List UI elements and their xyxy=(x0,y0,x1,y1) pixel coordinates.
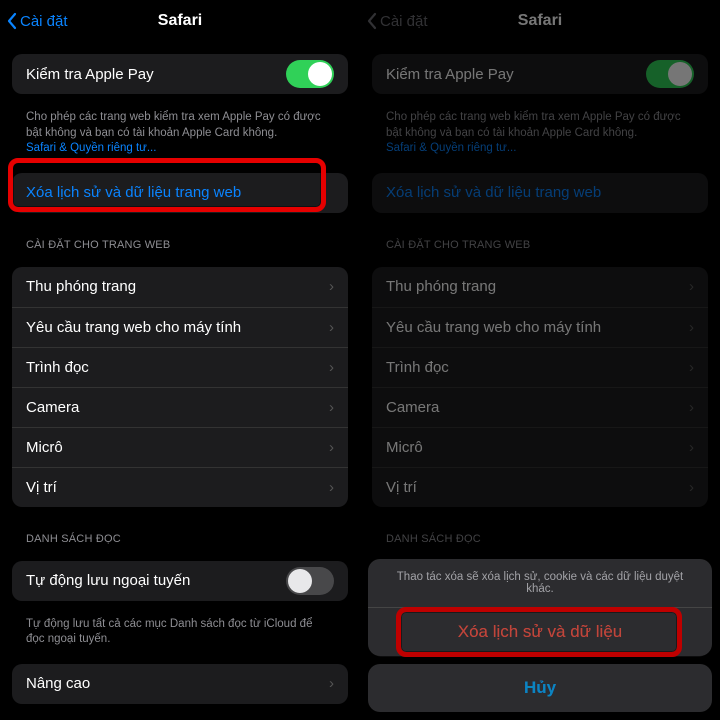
row-location[interactable]: Vị trí› xyxy=(12,467,348,507)
row-desktop[interactable]: Yêu cầu trang web cho máy tính› xyxy=(12,307,348,347)
row-reader[interactable]: Trình đọc› xyxy=(12,347,348,387)
sheet-action-clear[interactable]: Xóa lịch sử và dữ liệu xyxy=(368,608,712,656)
row-applepay[interactable]: Kiểm tra Apple Pay xyxy=(12,54,348,94)
chevron-left-icon xyxy=(6,12,18,30)
row-camera[interactable]: Camera› xyxy=(12,387,348,427)
reading-hint: Tự động lưu tất cả các mục Danh sách đọc… xyxy=(12,613,348,648)
applepay-hint: Cho phép các trang web kiểm tra xem Appl… xyxy=(12,106,348,157)
group-reading-list: Tự động lưu ngoại tuyến xyxy=(12,561,348,601)
screen-right: Cài đặt Safari Kiểm tra Apple Pay Cho ph… xyxy=(360,0,720,720)
group-applepay: Kiểm tra Apple Pay xyxy=(12,54,348,94)
settings-content: Kiểm tra Apple Pay Cho phép các trang we… xyxy=(0,54,360,704)
toggle-offline[interactable] xyxy=(286,567,334,595)
sheet-cancel[interactable]: Hủy xyxy=(368,664,712,712)
offline-label: Tự động lưu ngoại tuyến xyxy=(26,572,286,589)
row-offline[interactable]: Tự động lưu ngoại tuyến xyxy=(12,561,348,601)
clear-history-row[interactable]: Xóa lịch sử và dữ liệu trang web xyxy=(12,173,348,213)
chevron-right-icon: › xyxy=(329,359,334,376)
group-advanced: Nâng cao › xyxy=(12,664,348,704)
back-label: Cài đặt xyxy=(20,13,68,30)
back-button[interactable]: Cài đặt xyxy=(6,12,68,30)
applepay-label: Kiểm tra Apple Pay xyxy=(26,66,286,83)
chevron-right-icon: › xyxy=(329,399,334,416)
nav-header: Cài đặt Safari xyxy=(0,0,360,42)
chevron-right-icon: › xyxy=(329,278,334,295)
section-reading-list: DANH SÁCH ĐỌC xyxy=(12,519,348,549)
group-web-settings: Thu phóng trang› Yêu cầu trang web cho m… xyxy=(12,267,348,507)
privacy-link[interactable]: Safari & Quyền riêng tư... xyxy=(26,142,156,154)
chevron-right-icon: › xyxy=(329,479,334,496)
group-clear: Xóa lịch sử và dữ liệu trang web xyxy=(12,173,348,213)
clear-history-label: Xóa lịch sử và dữ liệu trang web xyxy=(26,184,334,201)
row-micro[interactable]: Micrô› xyxy=(12,427,348,467)
sheet-message: Thao tác xóa sẽ xóa lịch sử, cookie và c… xyxy=(368,559,712,608)
section-web-settings: CÀI ĐẶT CHO TRANG WEB xyxy=(12,225,348,255)
chevron-right-icon: › xyxy=(329,319,334,336)
row-zoom[interactable]: Thu phóng trang› xyxy=(12,267,348,307)
chevron-right-icon: › xyxy=(329,439,334,456)
toggle-applepay[interactable] xyxy=(286,60,334,88)
chevron-right-icon: › xyxy=(329,675,334,692)
row-advanced[interactable]: Nâng cao › xyxy=(12,664,348,704)
screen-left: Cài đặt Safari Kiểm tra Apple Pay Cho ph… xyxy=(0,0,360,720)
action-sheet: Thao tác xóa sẽ xóa lịch sử, cookie và c… xyxy=(368,559,712,712)
